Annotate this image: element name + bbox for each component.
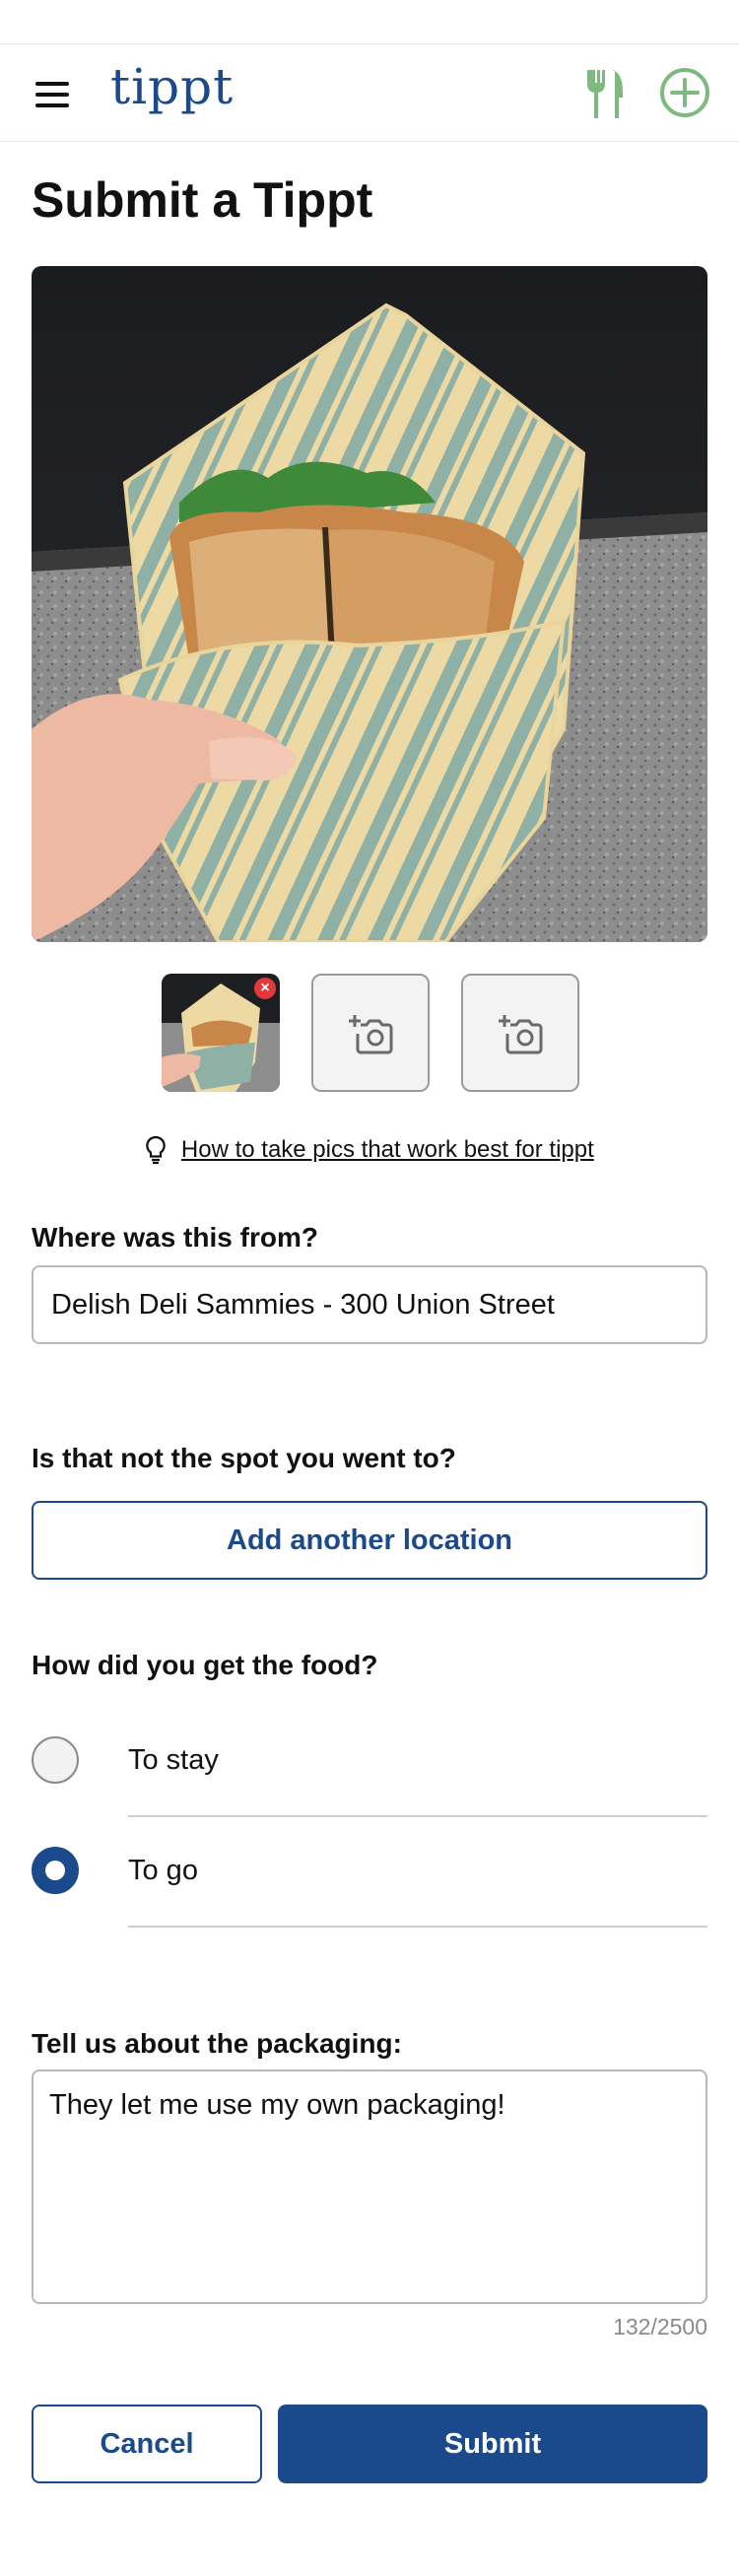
- add-photo-camera-icon: [499, 1015, 543, 1054]
- packaging-label: Tell us about the packaging:: [32, 2028, 402, 2059]
- location-input[interactable]: Delish Deli Sammies - 300 Union Street: [32, 1265, 707, 1344]
- radio-option-to-stay[interactable]: To stay: [0, 1709, 739, 1817]
- remove-photo-icon[interactable]: ×: [254, 978, 276, 999]
- add-location-button[interactable]: Add another location: [32, 1501, 707, 1580]
- hamburger-menu-icon[interactable]: [32, 74, 79, 113]
- photo-tips-link[interactable]: How to take pics that work best for tipp…: [181, 1136, 594, 1163]
- add-photo-slot-3[interactable]: [461, 974, 579, 1092]
- radio-option-label: To go: [128, 1855, 198, 1886]
- plus-circle-icon[interactable]: [658, 66, 711, 119]
- submit-button[interactable]: Submit: [278, 2405, 707, 2483]
- photo-tip-row: How to take pics that work best for tipp…: [0, 1135, 739, 1165]
- page-title: Submit a Tippt: [32, 172, 373, 228]
- packaging-textarea[interactable]: They let me use my own packaging!: [32, 2069, 707, 2304]
- top-nav-bar: tippt: [0, 43, 739, 142]
- lightbulb-icon: [146, 1135, 166, 1165]
- main-food-photo: [32, 266, 707, 942]
- add-photo-camera-icon: [349, 1015, 393, 1054]
- character-counter: 132/2500: [613, 2314, 707, 2339]
- radio-option-to-go[interactable]: To go: [0, 1819, 739, 1928]
- fork-knife-icon[interactable]: [583, 66, 627, 121]
- pickup-method-label: How did you get the food?: [32, 1650, 378, 1680]
- divider: [128, 1926, 707, 1928]
- wrong-spot-label: Is that not the spot you went to?: [32, 1443, 456, 1473]
- radio-button-selected[interactable]: [32, 1847, 79, 1894]
- cancel-button[interactable]: Cancel: [32, 2405, 262, 2483]
- location-label: Where was this from?: [32, 1222, 318, 1253]
- add-photo-slot-2[interactable]: [311, 974, 430, 1092]
- tippt-logo[interactable]: tippt: [110, 58, 234, 115]
- divider: [128, 1815, 707, 1817]
- radio-button-unselected[interactable]: [32, 1736, 79, 1784]
- radio-option-label: To stay: [128, 1744, 219, 1776]
